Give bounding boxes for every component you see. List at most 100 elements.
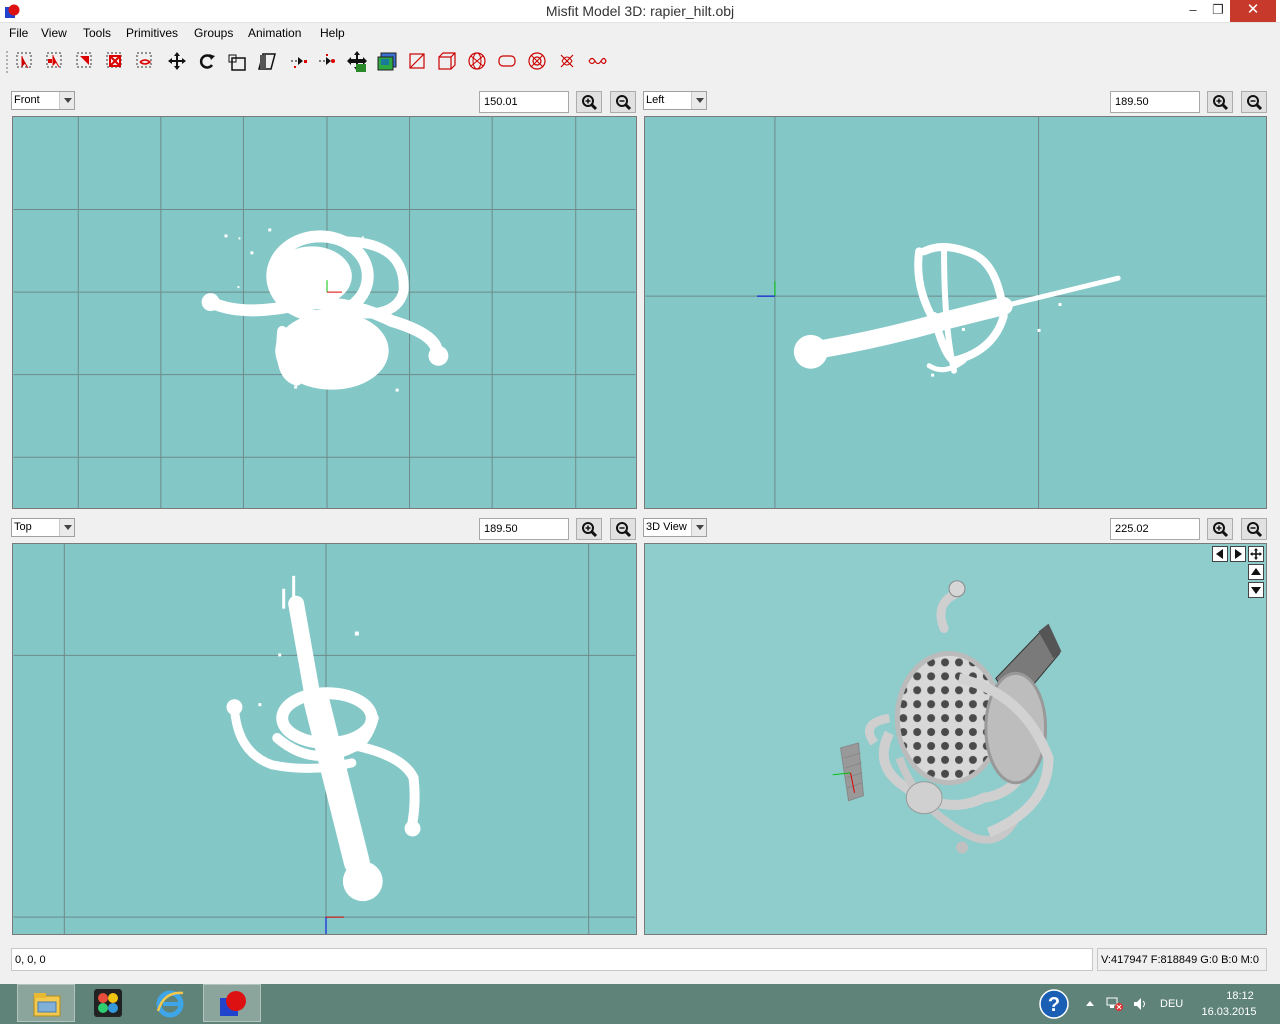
top-viewport-header: Top 189.50 [11,518,636,542]
bone-joint-tool-icon[interactable] [346,50,368,72]
menu-file[interactable]: File [9,26,28,40]
misfit-model-3d-icon [220,991,246,1016]
3d-view-canvas [832,580,1062,854]
front-view-select[interactable]: Front [11,91,75,110]
3d-zoom-out-button[interactable] [1241,518,1267,540]
left-viewport[interactable] [644,116,1267,509]
triangle-up-icon [1251,568,1261,575]
front-zoom-out-button[interactable] [610,91,636,113]
file-explorer-icon [33,993,61,1017]
chevron-down-icon [691,519,706,536]
projection-tool-icon[interactable] [586,50,608,72]
taskbar-colorful-app[interactable] [79,984,137,1022]
top-view-label: Top [14,521,32,533]
scale-tool-icon[interactable] [226,50,248,72]
coordinates-status: 0, 0, 0 [11,948,1093,971]
left-viewport-header: Left 189.50 [643,91,1268,115]
pan-button[interactable] [1248,546,1264,562]
create-vertex-tool-icon[interactable] [288,50,310,72]
front-viewport[interactable] [12,116,637,509]
left-view-label: Left [646,94,665,106]
language-indicator[interactable]: DEU [1160,998,1183,1010]
zoom-out-icon [1247,522,1263,538]
triangle-down-icon [1251,587,1261,594]
create-ellipsoid-tool-icon[interactable] [466,50,488,72]
maximize-button[interactable]: ❐ [1203,0,1233,22]
menu-tools[interactable]: Tools [83,26,111,40]
create-torus-tool-icon[interactable] [526,50,548,72]
chevron-down-icon [691,92,706,109]
toolbar-grip[interactable] [6,51,9,73]
3d-nav-buttons [1212,544,1266,598]
zoom-out-icon [616,95,632,111]
help-icon[interactable]: ? [1038,988,1070,1020]
clock-time[interactable]: 18:12 [1210,990,1270,1002]
select-bone-joints-tool-icon[interactable] [134,50,156,72]
left-zoom-out-button[interactable] [1241,91,1267,113]
3d-zoom-input[interactable]: 225.02 [1110,518,1200,540]
volume-icon[interactable] [1132,996,1148,1012]
3d-viewport[interactable] [644,543,1267,935]
zoom-in-icon [1213,522,1229,538]
rotate-tool-icon[interactable] [196,50,218,72]
create-cylinder-tool-icon[interactable] [496,50,518,72]
menu-bar: File View Tools Primitives Groups Animat… [0,23,1280,44]
zoom-out-icon [1247,95,1263,111]
menu-primitives[interactable]: Primitives [126,26,178,40]
internet-explorer-icon [156,990,184,1018]
colorful-app-icon [94,989,122,1017]
tray-expand-icon[interactable] [1084,998,1096,1010]
top-zoom-input[interactable]: 189.50 [479,518,569,540]
window-title: Misfit Model 3D: rapier_hilt.obj [545,3,735,19]
select-connected-tool-icon[interactable] [74,50,96,72]
menu-view[interactable]: View [41,26,67,40]
left-view-select[interactable]: Left [643,91,707,110]
top-zoom-in-button[interactable] [576,518,602,540]
menu-animation[interactable]: Animation [248,26,301,40]
zoom-in-icon [1213,95,1229,111]
top-zoom-out-button[interactable] [610,518,636,540]
zoom-in-icon [582,95,598,111]
title-bar: Misfit Model 3D: rapier_hilt.obj – ❐ ✕ [0,0,1280,23]
3d-view-select[interactable]: 3D View [643,518,707,537]
model-stats-status: V:417947 F:818849 G:0 B:0 M:0 [1097,948,1267,971]
triangle-left-icon [1216,549,1223,559]
menu-groups[interactable]: Groups [194,26,233,40]
attach-point-tool-icon[interactable] [316,50,338,72]
rotate-left-button[interactable] [1212,546,1228,562]
select-vertices-tool-icon[interactable] [14,50,36,72]
front-zoom-input[interactable]: 150.01 [479,91,569,113]
front-view-label: Front [14,94,40,106]
select-groups-tool-icon[interactable] [104,50,126,72]
move-arrows-icon [1250,548,1262,560]
taskbar-misfit-model-3d[interactable] [203,984,261,1022]
taskbar-internet-explorer[interactable] [141,984,199,1022]
taskbar-file-explorer[interactable] [17,984,75,1022]
move-tool-icon[interactable] [166,50,188,72]
create-cube-tool-icon[interactable] [436,50,458,72]
clock-date[interactable]: 16.03.2015 [1196,1006,1262,1018]
create-rectangle-tool-icon[interactable] [406,50,428,72]
triangle-right-icon [1235,549,1242,559]
network-icon[interactable] [1106,996,1124,1012]
create-polygon-tool-icon[interactable] [556,50,578,72]
close-button[interactable]: ✕ [1230,0,1276,22]
3d-viewport-header: 3D View 225.02 [643,518,1268,542]
shear-tool-icon[interactable] [256,50,278,72]
chevron-down-icon [59,519,74,536]
rotate-up-button[interactable] [1248,564,1264,580]
front-view-canvas [13,117,636,508]
menu-help[interactable]: Help [320,26,345,40]
select-faces-tool-icon[interactable] [44,50,66,72]
3d-view-label: 3D View [646,521,687,533]
top-view-canvas [13,544,636,934]
left-zoom-in-button[interactable] [1207,91,1233,113]
background-tool-icon[interactable] [376,50,398,72]
3d-zoom-in-button[interactable] [1207,518,1233,540]
front-zoom-in-button[interactable] [576,91,602,113]
rotate-down-button[interactable] [1248,582,1264,598]
left-zoom-input[interactable]: 189.50 [1110,91,1200,113]
rotate-right-button[interactable] [1230,546,1246,562]
top-viewport[interactable] [12,543,637,935]
top-view-select[interactable]: Top [11,518,75,537]
